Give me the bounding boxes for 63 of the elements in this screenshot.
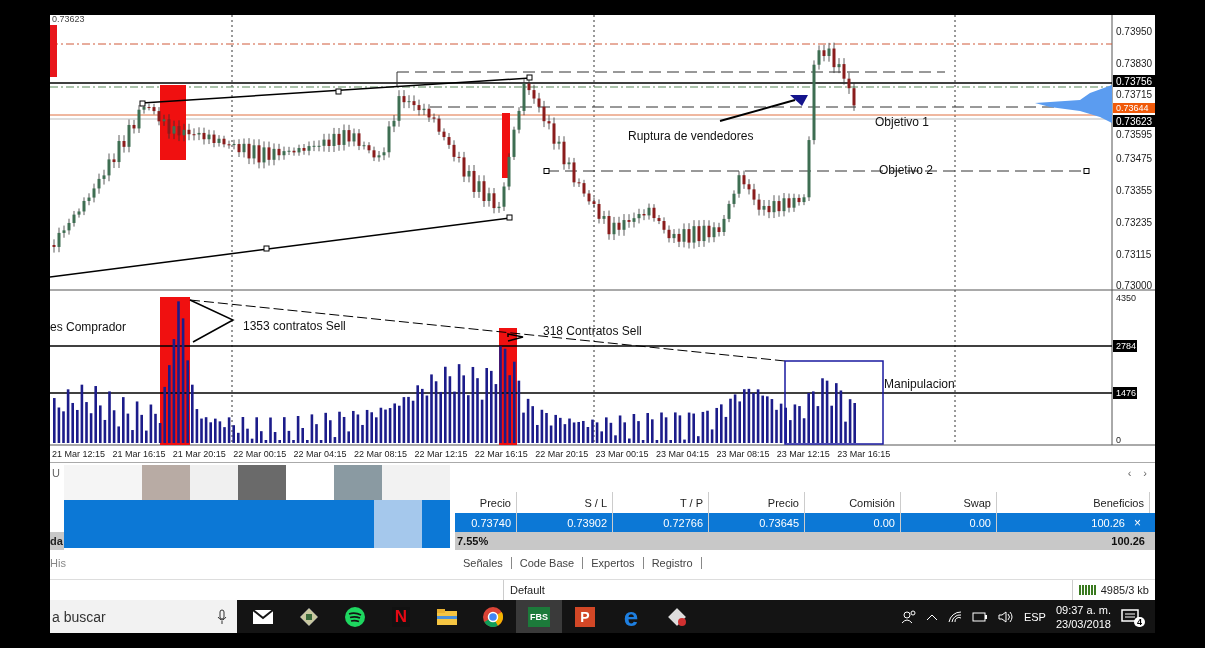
- search-placeholder: a buscar: [52, 608, 106, 625]
- price-axis-label: 0.73355: [1116, 185, 1153, 196]
- presentation-app-icon: P: [575, 606, 595, 627]
- price-axis-label: 0.73115: [1116, 249, 1152, 260]
- time-axis-label: 23 Mar 16:15: [837, 449, 891, 459]
- time-axis-label: 22 Mar 16:15: [474, 449, 528, 459]
- taskbar-app-button[interactable]: N: [378, 600, 424, 633]
- corner-price: 0.73623: [52, 15, 85, 24]
- time-axis-label: 21 Mar 12:15: [52, 449, 106, 459]
- time-axis-label: 21 Mar 20:15: [172, 449, 226, 459]
- volume-line-label: 1476: [1113, 387, 1137, 399]
- time-text: 09:37 a. m.: [1055, 602, 1111, 617]
- volume-axis-label: 0: [1116, 435, 1121, 445]
- trading-app-icon: FBS: [528, 606, 550, 627]
- traffic-text: 4985/3 kb: [1100, 584, 1149, 596]
- bid-price-label: 0.73644: [1113, 103, 1155, 113]
- price-axis-label: 0.73475: [1116, 153, 1153, 164]
- time-axis-label: 23 Mar 08:15: [716, 449, 770, 459]
- date-text: 23/03/2018: [1055, 616, 1111, 631]
- close-order-button[interactable]: ×: [1130, 515, 1145, 530]
- price-axis-label: 0.73950: [1116, 26, 1153, 37]
- time-axis-label: 22 Mar 20:15: [535, 449, 589, 459]
- price-axis-label: 0.73715: [1116, 89, 1153, 100]
- scroll-arrow[interactable]: ‹: [1127, 467, 1132, 479]
- summary-label: da: [50, 532, 64, 550]
- chart-annotation: Manipulacion: [884, 377, 955, 391]
- chart-annotation: Objetivo 2: [879, 163, 934, 177]
- web-browser-icon: e: [623, 606, 639, 627]
- price-line-label: 0.73756: [1113, 75, 1155, 87]
- taskbar-app-button[interactable]: FBS: [516, 600, 562, 633]
- time-axis-label: 22 Mar 00:15: [233, 449, 287, 459]
- order-row[interactable]: 0.73740 0.73902 0.72766 0.73645 0.00 0.00 100.26 ×: [455, 513, 1155, 532]
- chart-annotation: Objetivo 1: [875, 115, 930, 129]
- margin-level: 7.55%: [456, 535, 490, 547]
- price-line-label: 0.73623: [1113, 115, 1155, 127]
- time-axis-label: 22 Mar 12:15: [414, 449, 468, 459]
- volume-line-label: 2784: [1113, 340, 1137, 352]
- language-indicator[interactable]: ESP: [1023, 610, 1046, 623]
- chart-annotation: Ruptura de vendedores: [628, 129, 754, 143]
- table-cell-text: 100.26: [1090, 515, 1126, 531]
- taskbar-app-button[interactable]: P: [562, 600, 608, 633]
- summary-total: 100.26: [1110, 534, 1146, 549]
- time-axis-label: 23 Mar 12:15: [776, 449, 830, 459]
- time-axis-label: 23 Mar 04:15: [656, 449, 710, 459]
- search-field[interactable]: a buscar: [50, 600, 237, 633]
- time-axis-label: 21 Mar 16:15: [112, 449, 166, 459]
- price-axis-label: 0.73830: [1116, 58, 1153, 69]
- price-axis-label: 0.73000: [1116, 280, 1153, 291]
- volume-axis-label: 4350: [1116, 293, 1137, 303]
- time-axis-label: 23 Mar 00:15: [595, 449, 649, 459]
- clock[interactable]: 09:37 a. m. 23/03/2018: [1055, 602, 1111, 631]
- chart-annotation: 318 Contratos Sell: [543, 324, 642, 338]
- chart-annotation: 1353 contratos Sell: [243, 319, 346, 333]
- price-axis-label: 0.73595: [1116, 129, 1153, 140]
- notification-count: 4: [1134, 616, 1145, 627]
- chart-annotation: es Comprador: [50, 320, 127, 334]
- taskbar-app-button[interactable]: e: [608, 600, 654, 633]
- panel-label: U: [52, 467, 60, 479]
- time-axis-label: 22 Mar 08:15: [354, 449, 408, 459]
- notification-button[interactable]: 4: [1121, 606, 1145, 627]
- price-axis-label: 0.73235: [1116, 217, 1153, 228]
- scroll-arrow[interactable]: ›: [1143, 467, 1147, 479]
- time-axis-label: 22 Mar 04:15: [293, 449, 347, 459]
